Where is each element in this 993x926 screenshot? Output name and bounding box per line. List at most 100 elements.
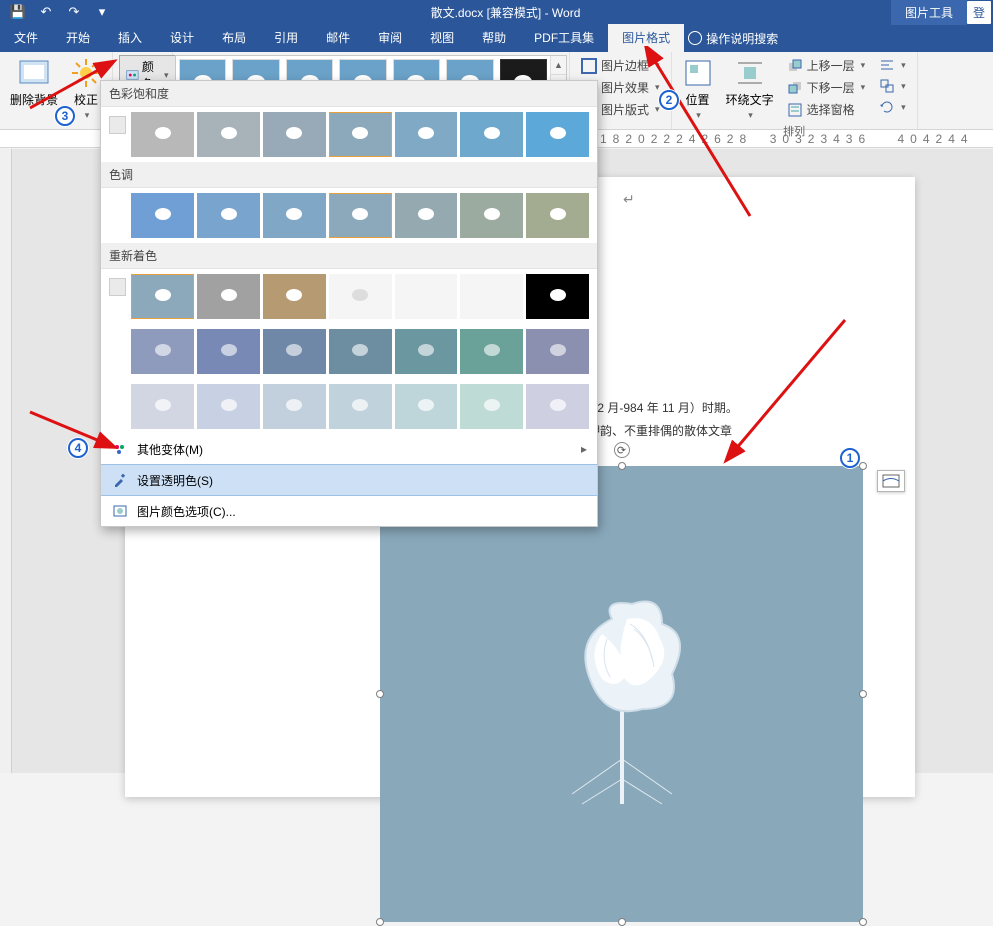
more-variants-item[interactable]: 其他变体(M) ▸: [101, 434, 597, 464]
tab-home[interactable]: 开始: [52, 24, 104, 52]
border-icon: [581, 58, 597, 74]
recolor-option[interactable]: [131, 329, 194, 374]
row-icon: [109, 278, 126, 296]
recolor-option[interactable]: [395, 329, 458, 374]
tab-insert[interactable]: 插入: [104, 24, 156, 52]
save-button[interactable]: 💾: [6, 1, 30, 23]
login-button[interactable]: 登: [967, 1, 991, 24]
tab-references[interactable]: 引用: [260, 24, 312, 52]
tab-mailings[interactable]: 邮件: [312, 24, 364, 52]
recolor-option[interactable]: [329, 274, 392, 319]
saturation-option[interactable]: [526, 112, 589, 157]
tell-me-search[interactable]: 操作说明搜索: [688, 30, 778, 47]
resize-handle[interactable]: [859, 918, 867, 926]
send-backward-button[interactable]: 下移一层▾: [782, 77, 871, 98]
remove-background-button[interactable]: 删除背景: [6, 55, 62, 110]
tab-help[interactable]: 帮助: [468, 24, 520, 52]
qat-customize[interactable]: ▾: [90, 1, 114, 23]
recolor-option[interactable]: [131, 274, 194, 319]
recolor-option[interactable]: [131, 384, 194, 429]
set-transparent-color-item[interactable]: 设置透明色(S): [101, 464, 597, 496]
tone-option[interactable]: [395, 193, 458, 238]
saturation-option[interactable]: [263, 112, 326, 157]
saturation-option[interactable]: [197, 112, 260, 157]
tab-file[interactable]: 文件: [0, 24, 52, 52]
chevron-down-icon: ▾: [85, 110, 90, 121]
recolor-option[interactable]: [329, 329, 392, 374]
recolor-option[interactable]: [197, 329, 260, 374]
annotation-1: 1: [840, 448, 860, 468]
recolor-header: 重新着色: [101, 243, 597, 269]
recolor-option[interactable]: [526, 274, 589, 319]
selected-picture[interactable]: ⟳: [380, 466, 863, 922]
redo-button[interactable]: ↷: [62, 1, 86, 23]
recolor-option[interactable]: [526, 384, 589, 429]
tone-option-selected[interactable]: [329, 193, 392, 238]
layout-options-button[interactable]: [877, 470, 905, 492]
align-button[interactable]: ▾: [874, 55, 911, 75]
tab-pdf-tools[interactable]: PDF工具集: [520, 24, 608, 52]
resize-handle[interactable]: [618, 462, 626, 470]
recolor-option[interactable]: [263, 274, 326, 319]
gallery-up[interactable]: ▲: [551, 56, 566, 75]
quick-access-toolbar: 💾 ↶ ↷ ▾: [0, 1, 120, 23]
wrap-text-button[interactable]: 环绕文字▾: [722, 55, 778, 123]
ribbon-tabs: 文件 开始 插入 设计 布局 引用 邮件 审阅 视图 帮助 PDF工具集 图片格…: [0, 24, 993, 52]
tab-review[interactable]: 审阅: [364, 24, 416, 52]
selection-pane-button[interactable]: 选择窗格: [782, 99, 871, 120]
saturation-option-selected[interactable]: [329, 112, 392, 157]
recolor-option[interactable]: [460, 329, 523, 374]
group-button[interactable]: ▾: [874, 76, 911, 96]
tab-layout[interactable]: 布局: [208, 24, 260, 52]
saturation-option[interactable]: [460, 112, 523, 157]
picture-color-options-item[interactable]: 图片颜色选项(C)...: [101, 496, 597, 526]
recolor-option[interactable]: [526, 329, 589, 374]
align-icon: [879, 57, 895, 73]
rotate-button[interactable]: ▾: [874, 97, 911, 117]
recolor-option[interactable]: [197, 274, 260, 319]
tone-option[interactable]: [460, 193, 523, 238]
recolor-option[interactable]: [263, 384, 326, 429]
tone-option[interactable]: [131, 193, 194, 238]
bring-fwd-icon: [787, 58, 803, 74]
tell-me-label: 操作说明搜索: [706, 30, 778, 47]
annotation-2: 2: [659, 90, 679, 110]
tone-option[interactable]: [263, 193, 326, 238]
group-arrange: 位置▾ 环绕文字▾ 上移一层▾ 下移一层▾ 选择窗格: [672, 52, 918, 129]
resize-handle[interactable]: [618, 918, 626, 926]
recolor-option[interactable]: [395, 274, 458, 319]
recolor-option[interactable]: [460, 274, 523, 319]
rotate-icon: [879, 99, 895, 115]
chevron-down-icon: ▾: [164, 70, 169, 81]
row-icon: [109, 116, 126, 134]
tab-design[interactable]: 设计: [156, 24, 208, 52]
eyedropper-icon: [111, 471, 129, 489]
recolor-option[interactable]: [263, 329, 326, 374]
tone-option[interactable]: [526, 193, 589, 238]
tab-picture-format[interactable]: 图片格式: [608, 24, 684, 52]
resize-handle[interactable]: [859, 462, 867, 470]
recolor-option[interactable]: [197, 384, 260, 429]
recolor-row-1: [101, 269, 597, 324]
title-bar: 💾 ↶ ↷ ▾ 散文.docx [兼容模式] - Word 图片工具 登: [0, 0, 993, 24]
recolor-option[interactable]: [395, 384, 458, 429]
resize-handle[interactable]: [376, 690, 384, 698]
resize-handle[interactable]: [376, 918, 384, 926]
corrections-label: 校正: [74, 91, 98, 108]
remove-bg-label: 删除背景: [10, 91, 58, 108]
window-title: 散文.docx [兼容模式] - Word: [120, 4, 891, 21]
saturation-option[interactable]: [395, 112, 458, 157]
tab-view[interactable]: 视图: [416, 24, 468, 52]
bring-forward-button[interactable]: 上移一层▾: [782, 55, 871, 76]
picture-border-button[interactable]: 图片边框▾: [576, 55, 665, 76]
rotate-handle[interactable]: ⟳: [614, 442, 630, 458]
undo-button[interactable]: ↶: [34, 1, 58, 23]
chevron-right-icon: ▸: [581, 442, 587, 456]
tree-illustration: [532, 579, 712, 809]
resize-handle[interactable]: [859, 690, 867, 698]
position-button[interactable]: 位置▾: [678, 55, 718, 123]
recolor-option[interactable]: [329, 384, 392, 429]
recolor-option[interactable]: [460, 384, 523, 429]
saturation-option[interactable]: [131, 112, 194, 157]
tone-option[interactable]: [197, 193, 260, 238]
